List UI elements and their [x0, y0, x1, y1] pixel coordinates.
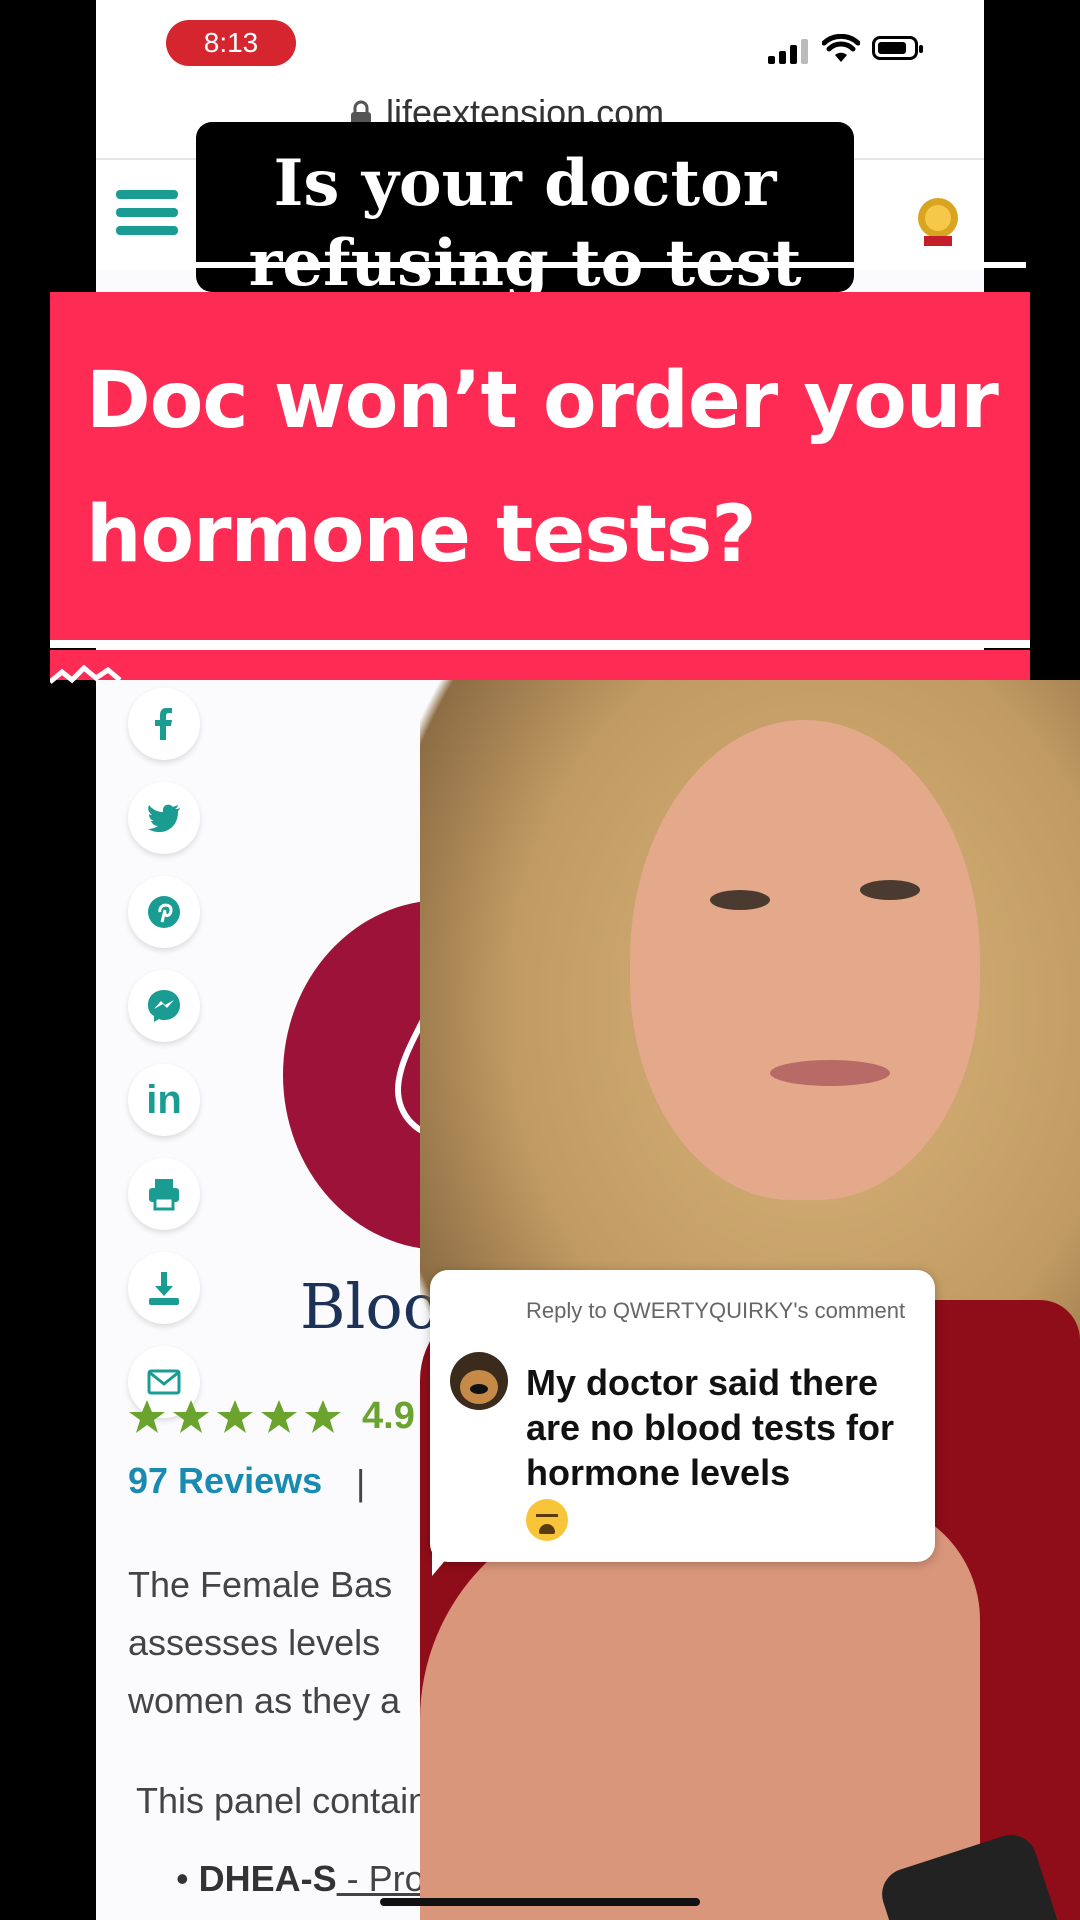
presenter-eye — [860, 880, 920, 900]
star-icon — [129, 1399, 165, 1433]
hamburger-menu-icon[interactable] — [116, 190, 178, 242]
product-description: The Female Bas assesses levels women as … — [128, 1564, 401, 1721]
linkedin-icon[interactable]: in — [128, 1064, 200, 1136]
weary-face-icon — [526, 1499, 568, 1542]
headline-text: Is your doctor refusing to test — [248, 146, 802, 292]
banner-stripe — [50, 640, 1030, 648]
title-banner: Doc won’t order your hormone tests? — [50, 292, 1030, 648]
banner-title: Doc won’t order your hormone tests? — [86, 356, 999, 580]
battery-icon — [872, 36, 923, 60]
reply-header: Reply to QWERTYQUIRKY's comment — [526, 1298, 906, 1323]
commenter-avatar — [450, 1352, 508, 1410]
presenter-face — [630, 720, 980, 1200]
bullet-name: DHEA-S — [198, 1858, 337, 1899]
reply-card-tail — [432, 1550, 454, 1576]
separator: | — [356, 1462, 366, 1503]
reply-text: My doctor said there are no blood tests … — [526, 1362, 895, 1493]
star-icon — [217, 1399, 253, 1433]
rating-row: 4.9 — [128, 1395, 415, 1438]
messenger-icon[interactable] — [128, 970, 200, 1042]
star-icon — [173, 1399, 209, 1433]
star-icon — [305, 1399, 341, 1433]
facebook-icon[interactable] — [128, 688, 200, 760]
status-time: 8:13 — [166, 20, 296, 66]
presenter-mouth — [770, 1060, 890, 1086]
print-icon[interactable] — [128, 1158, 200, 1230]
presenter-eye — [710, 890, 770, 910]
wifi-icon — [822, 34, 860, 62]
banner-bottom-strip — [50, 650, 1030, 680]
twitter-icon[interactable] — [128, 782, 200, 854]
status-bar: 8:13 — [96, 0, 984, 90]
share-icon-column: in — [128, 688, 200, 1440]
panel-intro: This panel contains t — [136, 1780, 467, 1821]
star-icon — [261, 1399, 297, 1433]
home-indicator — [380, 1898, 700, 1906]
zigzag-decoration — [50, 664, 122, 684]
award-badge-icon — [918, 198, 958, 246]
reply-comment-card[interactable]: Reply to QWERTYQUIRKY's comment My docto… — [430, 1270, 935, 1562]
reply-body: My doctor said there are no blood tests … — [526, 1360, 921, 1542]
rating-value: 4.9 — [362, 1395, 415, 1437]
reviews-link[interactable]: 97 Reviews — [128, 1460, 322, 1502]
cellular-signal-icon — [768, 38, 812, 64]
divider-line — [96, 262, 1026, 268]
pinterest-icon[interactable] — [128, 876, 200, 948]
presenter-arm — [420, 1500, 980, 1920]
download-icon[interactable] — [128, 1252, 200, 1324]
